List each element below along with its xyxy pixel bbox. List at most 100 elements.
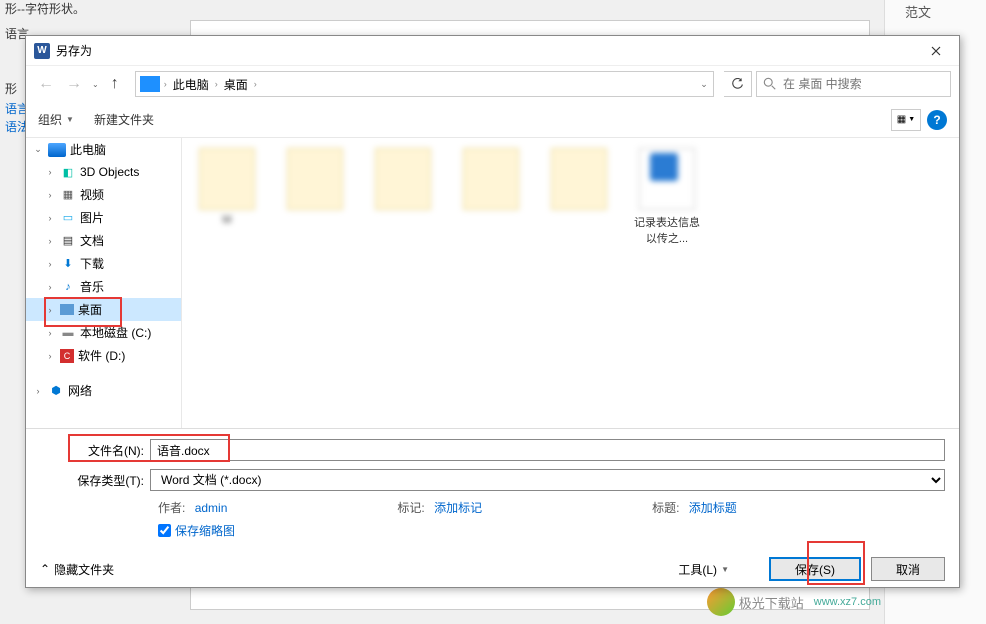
address-bar[interactable]: › 此电脑 › 桌面 › ⌄: [135, 71, 714, 97]
expand-icon[interactable]: ›: [44, 236, 56, 246]
file-name: M: [222, 214, 231, 226]
expand-icon[interactable]: ›: [44, 328, 56, 338]
pc-icon: [48, 143, 66, 157]
forward-button[interactable]: →: [62, 72, 86, 96]
tree-label: 软件 (D:): [78, 347, 175, 364]
history-dropdown[interactable]: ⌄: [92, 80, 99, 89]
add-title-link[interactable]: 添加标题: [689, 501, 737, 515]
folder-icon: [375, 148, 431, 210]
picture-icon: ▭: [60, 210, 76, 226]
dialog-title: 另存为: [56, 42, 921, 59]
download-icon: ⬇: [60, 256, 76, 272]
tree-item-music[interactable]: › ♪ 音乐: [26, 275, 181, 298]
toolbar: 组织 ▼ 新建文件夹 ▦▼ ?: [26, 102, 959, 138]
expand-icon[interactable]: ›: [44, 213, 56, 223]
tree-label: 网络: [68, 382, 175, 399]
cancel-button[interactable]: 取消: [871, 557, 945, 581]
refresh-button[interactable]: [724, 71, 752, 97]
watermark-url: www.xz7.com: [814, 596, 881, 608]
search-box[interactable]: [756, 71, 951, 97]
help-button[interactable]: ?: [927, 110, 947, 130]
tools-button[interactable]: 工具(L) ▼: [678, 561, 729, 578]
close-button[interactable]: [921, 39, 951, 63]
save-as-dialog: W 另存为 ← → ⌄ ↑ › 此电脑 › 桌面 › ⌄: [25, 35, 960, 588]
breadcrumb-item[interactable]: 桌面: [224, 76, 248, 93]
file-view[interactable]: M: [182, 138, 959, 428]
back-button[interactable]: ←: [34, 72, 58, 96]
tree-item-3d-objects[interactable]: › ◧ 3D Objects: [26, 161, 181, 183]
expand-icon[interactable]: ›: [44, 282, 56, 292]
search-input[interactable]: [783, 77, 944, 91]
author-label: 作者:: [158, 501, 185, 515]
chevron-down-icon: ▼: [721, 565, 729, 574]
expand-icon[interactable]: ›: [32, 386, 44, 396]
folder-icon: [551, 148, 607, 210]
breadcrumb-item[interactable]: 此电脑: [173, 76, 209, 93]
address-dropdown[interactable]: ⌄: [695, 79, 713, 90]
file-item[interactable]: [456, 148, 526, 246]
bg-text: 形--字符形状。: [5, 0, 85, 17]
chevron-up-icon: ⌃: [40, 562, 50, 576]
expand-icon[interactable]: ›: [44, 305, 56, 315]
expand-icon[interactable]: ›: [44, 351, 56, 361]
filetype-select[interactable]: Word 文档 (*.docx): [150, 469, 945, 491]
file-item[interactable]: [544, 148, 614, 246]
bg-text: 形: [5, 80, 17, 97]
titlebar: W 另存为: [26, 36, 959, 66]
up-button[interactable]: ↑: [105, 74, 125, 94]
tree-label: 桌面: [78, 301, 175, 318]
tree-item-local-c[interactable]: › ▬ 本地磁盘 (C:): [26, 321, 181, 344]
tree-item-pictures[interactable]: › ▭ 图片: [26, 206, 181, 229]
tree-label: 图片: [80, 209, 175, 226]
disk-icon: ▬: [60, 325, 76, 341]
disk-icon: C: [60, 349, 74, 363]
tree-item-desktop[interactable]: › 桌面: [26, 298, 181, 321]
desktop-icon: [60, 304, 74, 315]
add-tag-link[interactable]: 添加标记: [434, 501, 482, 515]
new-folder-button[interactable]: 新建文件夹: [94, 111, 154, 128]
filename-input[interactable]: [150, 439, 945, 461]
thumbnail-label[interactable]: 保存缩略图: [175, 522, 235, 539]
filename-label: 文件名(N):: [40, 442, 150, 459]
thumbnail-checkbox[interactable]: [158, 524, 171, 537]
tree-item-network[interactable]: › ⬢ 网络: [26, 379, 181, 402]
tree-label: 此电脑: [70, 141, 175, 158]
file-item[interactable]: [368, 148, 438, 246]
file-item[interactable]: 记录表达信息以传之...: [632, 148, 702, 246]
tree-label: 本地磁盘 (C:): [80, 324, 175, 341]
author-value[interactable]: admin: [195, 501, 228, 515]
view-options-button[interactable]: ▦▼: [891, 109, 921, 131]
document-icon: ▤: [60, 233, 76, 249]
document-icon: [639, 148, 695, 210]
file-name: 记录表达信息以传之...: [632, 214, 702, 246]
expand-icon[interactable]: ›: [44, 167, 56, 177]
hide-folders-button[interactable]: ⌃ 隐藏文件夹: [40, 561, 114, 578]
file-item[interactable]: M: [192, 148, 262, 246]
network-icon: ⬢: [48, 383, 64, 399]
filetype-label: 保存类型(T):: [40, 472, 150, 489]
folder-icon: [287, 148, 343, 210]
chevron-right-icon: ›: [215, 79, 218, 89]
tree-item-this-pc[interactable]: ⌄ 此电脑: [26, 138, 181, 161]
watermark: 极光下载站 www.xz7.com: [707, 588, 881, 616]
file-item[interactable]: [280, 148, 350, 246]
expand-icon[interactable]: ⌄: [32, 144, 44, 155]
expand-icon[interactable]: ›: [44, 190, 56, 200]
word-icon: W: [34, 43, 50, 59]
tag-label: 标记:: [397, 501, 424, 515]
search-icon: [763, 77, 777, 91]
folder-tree[interactable]: ⌄ 此电脑 › ◧ 3D Objects › ▦ 视频 › ▭ 图片 › ▤: [26, 138, 182, 428]
tree-item-documents[interactable]: › ▤ 文档: [26, 229, 181, 252]
tree-item-software-d[interactable]: › C 软件 (D:): [26, 344, 181, 367]
tree-label: 视频: [80, 186, 175, 203]
tree-item-videos[interactable]: › ▦ 视频: [26, 183, 181, 206]
expand-icon[interactable]: ›: [44, 259, 56, 269]
nav-bar: ← → ⌄ ↑ › 此电脑 › 桌面 › ⌄: [26, 66, 959, 102]
save-button[interactable]: 保存(S): [769, 557, 861, 581]
organize-button[interactable]: 组织 ▼: [38, 111, 74, 128]
tree-item-downloads[interactable]: › ⬇ 下载: [26, 252, 181, 275]
tree-label: 音乐: [80, 278, 175, 295]
folder-icon: [463, 148, 519, 210]
chevron-down-icon: ▼: [66, 115, 74, 124]
breadcrumb: › 此电脑 › 桌面 ›: [164, 76, 257, 93]
